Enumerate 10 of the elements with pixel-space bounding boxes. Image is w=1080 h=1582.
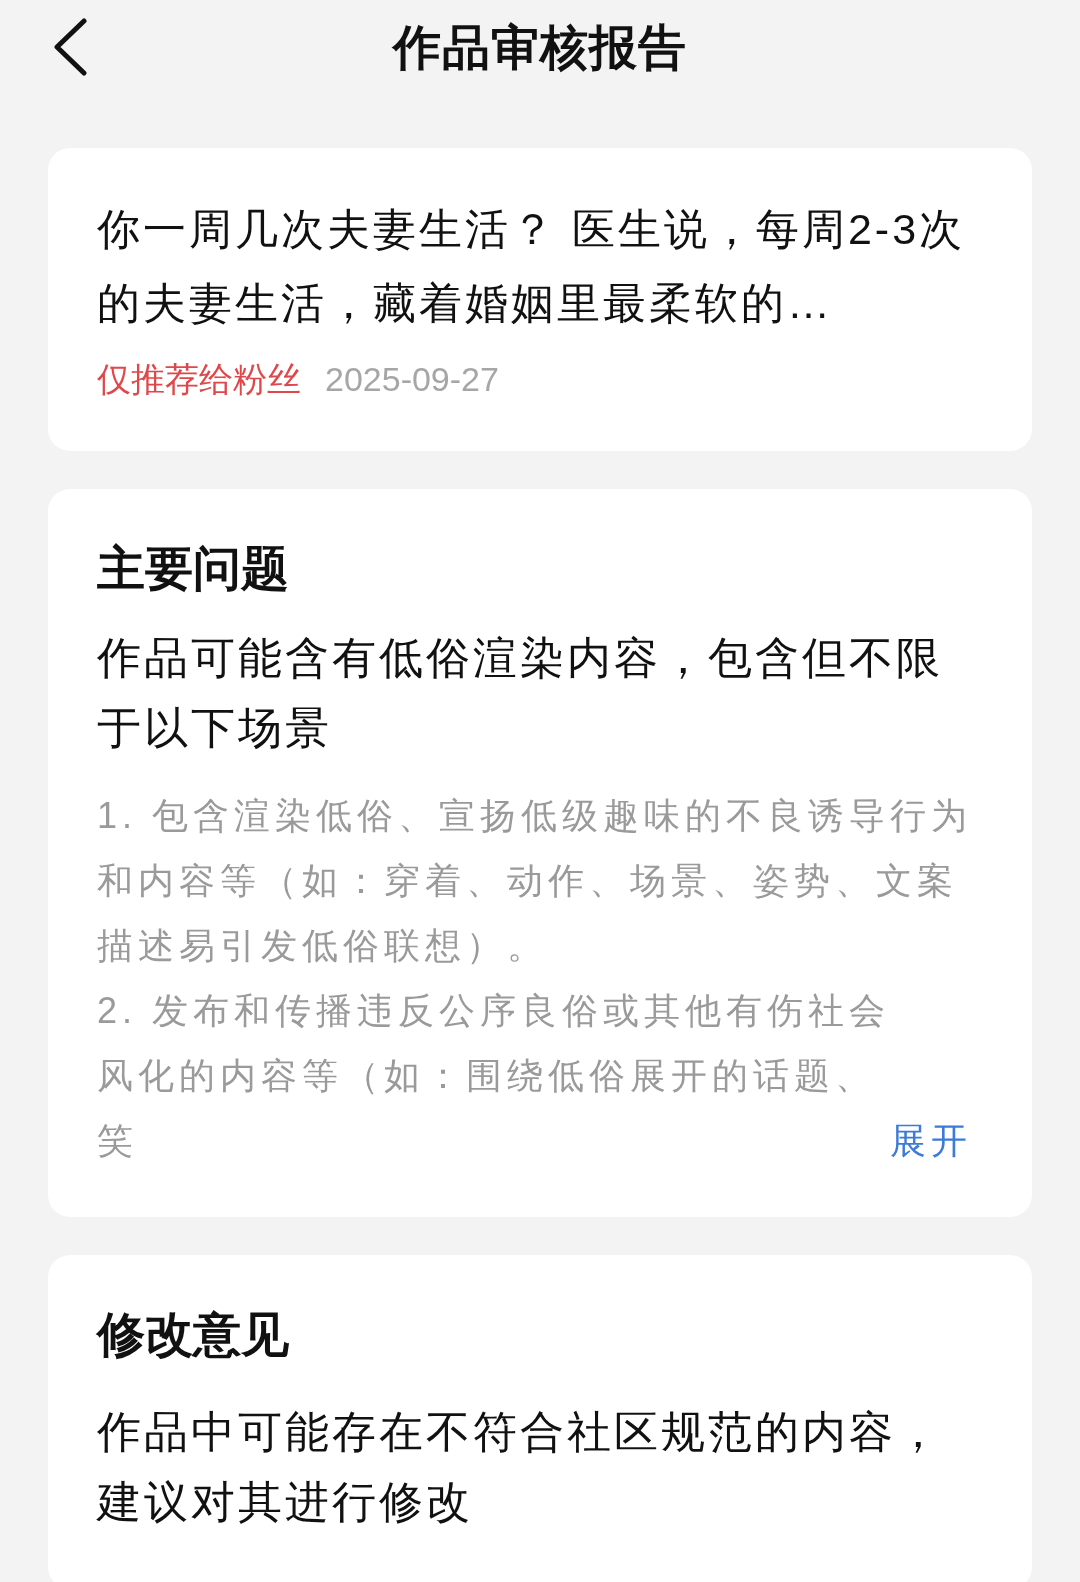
page-title: 作品审核报告: [393, 20, 687, 76]
suggestion-text: 作品中可能存在不符合社区规范的内容，建议对其进行修改: [97, 1406, 944, 1528]
work-date: 2025-09-27: [325, 359, 499, 400]
back-icon[interactable]: [52, 18, 88, 76]
issue-summary: 作品可能含有低俗渲染内容，包含但不限于以下场景: [97, 632, 944, 754]
section-heading: 主要问题: [97, 541, 290, 597]
recommend-tag: 仅推荐给粉丝: [97, 354, 301, 405]
work-title: 你一周几次夫妻生活？ 医生说，每周2-3次的夫妻生活，藏着婚姻里最柔软的…: [97, 204, 967, 329]
section-heading: 修改意见: [97, 1307, 290, 1363]
detail-text: 1. 包含渲染低俗、宣扬低级趣味的不良诱导行为和内容等（如：穿着、动作、场景、姿势、文案描述易引发低俗联想）。: [97, 794, 974, 968]
